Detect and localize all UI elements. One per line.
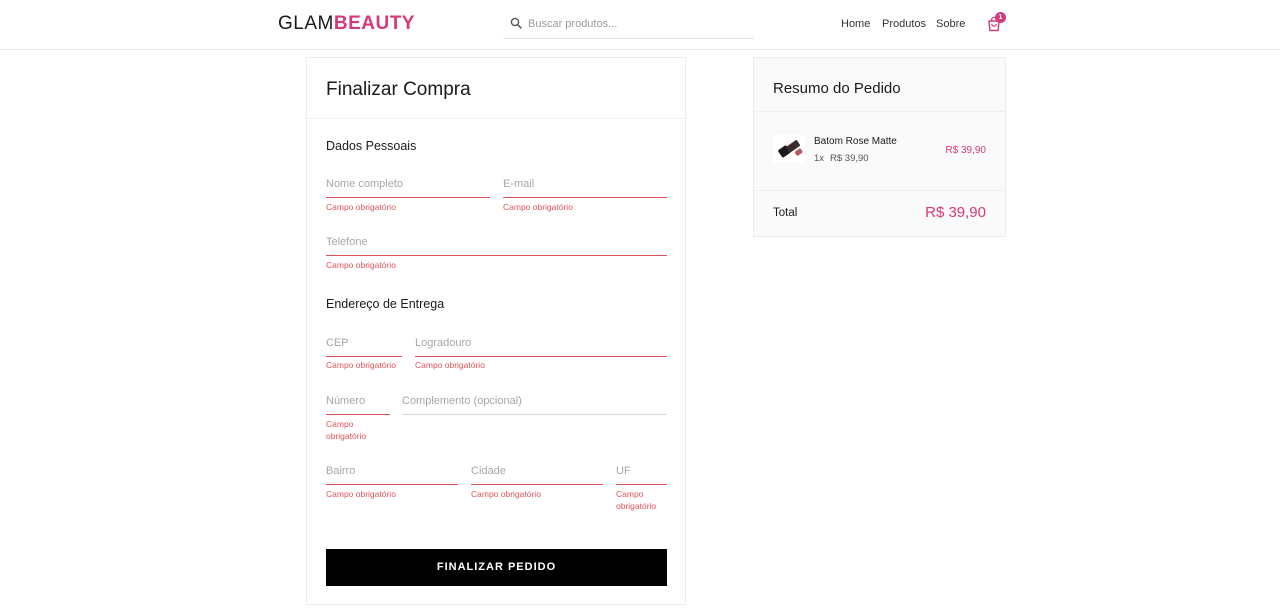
product-image [773, 135, 805, 163]
personal-data-heading: Dados Pessoais [326, 139, 417, 153]
neighborhood-input[interactable] [326, 459, 458, 483]
site-header: GLAMBEAUTY Home Produtos Sobre 1 [0, 0, 1280, 50]
phone-error: Campo obrigatório [326, 260, 396, 270]
nav-sobre[interactable]: Sobre [936, 18, 965, 30]
cart-count-badge: 1 [995, 12, 1006, 23]
phone-field [326, 230, 667, 256]
phone-input[interactable] [326, 230, 667, 254]
nav-home[interactable]: Home [841, 18, 870, 30]
search-bar [503, 12, 754, 39]
number-field [326, 389, 390, 415]
name-input[interactable] [326, 172, 490, 196]
cep-field [326, 331, 402, 357]
divider [754, 111, 1005, 112]
email-input[interactable] [503, 172, 667, 196]
name-field [326, 172, 490, 198]
checkout-title: Finalizar Compra [326, 79, 471, 100]
product-price: R$ 39,90 [945, 145, 986, 156]
neighborhood-field [326, 459, 458, 485]
order-summary-card: Resumo do Pedido Batom Rose Matte 1x R$ … [753, 57, 1006, 237]
city-error: Campo obrigatório [471, 489, 541, 499]
search-icon[interactable] [510, 17, 522, 29]
number-input[interactable] [326, 389, 390, 413]
cep-input[interactable] [326, 331, 402, 355]
address-heading: Endereço de Entrega [326, 297, 445, 311]
total-value: R$ 39,90 [925, 204, 986, 221]
cep-error: Campo obrigatório [326, 360, 396, 370]
logo[interactable]: GLAMBEAUTY [278, 13, 415, 35]
logo-glam: GLAM [278, 13, 334, 34]
state-input[interactable] [616, 459, 667, 483]
street-field [415, 331, 667, 357]
product-quantity: 1x [814, 153, 825, 164]
checkout-form-card: Finalizar Compra Dados Pessoais Campo ob… [306, 57, 686, 605]
street-input[interactable] [415, 331, 667, 355]
city-input[interactable] [471, 459, 603, 483]
name-error: Campo obrigatório [326, 202, 396, 212]
state-field [616, 459, 667, 485]
complement-input[interactable] [402, 389, 667, 413]
submit-order-button[interactable]: FINALIZAR PEDIDO [326, 549, 667, 586]
state-error: Campo obrigatório [616, 489, 657, 511]
product-name: Batom Rose Matte [814, 136, 897, 147]
logo-beauty: BEAUTY [333, 13, 415, 34]
neighborhood-error: Campo obrigatório [326, 489, 396, 499]
street-error: Campo obrigatório [415, 360, 485, 370]
divider [307, 118, 685, 119]
divider [754, 190, 1005, 191]
email-field [503, 172, 667, 198]
search-input[interactable] [528, 14, 748, 34]
total-label: Total [773, 207, 798, 219]
complement-field [402, 389, 667, 415]
number-error: Campo obrigatório [326, 419, 367, 441]
product-unit-price: R$ 39,90 [830, 153, 869, 164]
email-error: Campo obrigatório [503, 202, 573, 212]
nav-produtos[interactable]: Produtos [882, 18, 926, 30]
summary-title: Resumo do Pedido [773, 80, 901, 97]
city-field [471, 459, 603, 485]
